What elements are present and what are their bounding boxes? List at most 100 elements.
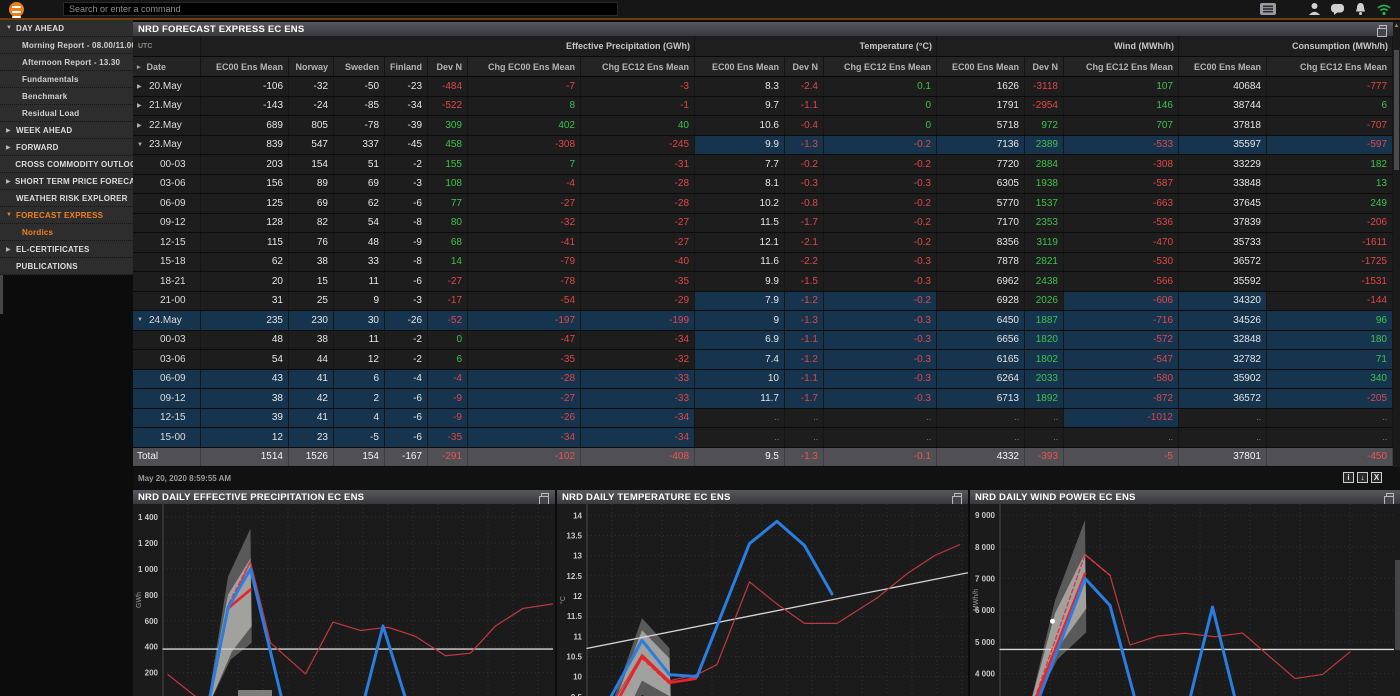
- column-header-sweden-3[interactable]: Sweden: [334, 57, 385, 76]
- table-row-15-00[interactable]: 15-001223-5-6-35-34-34................: [133, 428, 1393, 448]
- sidebar-item-residual-load[interactable]: Residual Load: [0, 105, 133, 122]
- value-cell: 340: [1267, 370, 1393, 389]
- table-row-03-06[interactable]: 03-06544412-26-35-327.4-1.2-0.361651802-…: [133, 350, 1393, 370]
- column-header-finland-4[interactable]: Finland: [385, 57, 428, 76]
- table-row-22-may[interactable]: ▶22.May689805-78-393094024010.6-0.405718…: [133, 116, 1393, 136]
- column-header-date-0[interactable]: Date: [133, 57, 201, 76]
- value-cell: 41: [289, 409, 334, 428]
- info-icon[interactable]: i: [1343, 472, 1354, 483]
- window-icon[interactable]: [1386, 493, 1394, 500]
- chat-icon[interactable]: [1330, 2, 1345, 16]
- svg-text:°C: °C: [559, 596, 567, 604]
- date-cell: ▶21.May: [133, 97, 201, 116]
- chevron-right-icon[interactable]: ▶: [6, 144, 16, 151]
- sidebar-item-short-term-price-forecast[interactable]: ▶SHORT TERM PRICE FORECAST: [0, 173, 133, 190]
- sidebar-item-week-ahead[interactable]: ▶WEEK AHEAD: [0, 122, 133, 139]
- value-cell: 309: [428, 116, 468, 135]
- column-header-chg-ec12-ens-mean-15[interactable]: Chg EC12 Ens Mean: [1267, 57, 1393, 76]
- table-row-00-03[interactable]: 00-0320315451-21557-317.7-0.2-0.27720288…: [133, 155, 1393, 175]
- sidebar-item-forecast-express[interactable]: ▼FORECAST EXPRESS: [0, 207, 133, 224]
- value-cell: 6450: [937, 311, 1025, 330]
- svg-text:13.5: 13.5: [566, 531, 582, 540]
- column-header-norway-2[interactable]: Norway: [289, 57, 334, 76]
- chevron-down-icon[interactable]: ▼: [6, 25, 16, 31]
- chevron-down-icon[interactable]: ▼: [6, 212, 16, 218]
- app-logo-icon[interactable]: [9, 2, 24, 17]
- date-cell: 03-06: [133, 175, 201, 194]
- window-icon[interactable]: [541, 493, 549, 500]
- notifications-icon[interactable]: [1354, 2, 1367, 16]
- sidebar-item-benchmark[interactable]: Benchmark: [0, 88, 133, 105]
- window-icon[interactable]: [954, 493, 962, 500]
- sidebar-item-label: SHORT TERM PRICE FORECAST: [15, 177, 133, 186]
- row-collapse-icon[interactable]: ▼: [137, 142, 144, 148]
- menu-icon[interactable]: [1259, 2, 1277, 16]
- sidebar-item-afternoon-report-13-30[interactable]: Afternoon Report - 13.30: [0, 54, 133, 71]
- value-cell: -32: [289, 77, 334, 96]
- column-header-chg-ec00-ens-mean-6[interactable]: Chg EC00 Ens Mean: [468, 57, 581, 76]
- forecast-table-panel: NRD FORECAST EXPRESS EC ENS UTCEffective…: [133, 22, 1393, 467]
- sidebar-item-publications[interactable]: PUBLICATIONS: [0, 258, 133, 275]
- row-expand-icon[interactable]: ▶: [137, 83, 144, 90]
- column-header-dev-n-9[interactable]: Dev N: [785, 57, 824, 76]
- sidebar-item-weather-risk-explorer[interactable]: WEATHER RISK EXPLORER: [0, 190, 133, 207]
- row-collapse-icon[interactable]: ▼: [137, 317, 144, 323]
- value-cell: 39: [201, 409, 289, 428]
- left-scroll-indicator[interactable]: [0, 270, 3, 314]
- sidebar-item-fundamentals[interactable]: Fundamentals: [0, 71, 133, 88]
- row-expand-icon[interactable]: ▶: [137, 102, 144, 109]
- table-row-15-18[interactable]: 15-18623833-814-79-4011.6-2.2-0.37878282…: [133, 253, 1393, 273]
- value-cell: -144: [1267, 292, 1393, 311]
- table-row-06-09[interactable]: 06-091256962-677-27-2810.2-0.8-0.2577015…: [133, 194, 1393, 214]
- table-row-21-may[interactable]: ▶21.May-143-24-85-34-5228-19.7-1.101791-…: [133, 97, 1393, 117]
- value-cell: -8: [385, 253, 428, 272]
- table-row-24-may[interactable]: ▼24.May23523030-26-52-197-1999-1.3-0.364…: [133, 311, 1393, 331]
- column-header-ec00-ens-mean-1[interactable]: EC00 Ens Mean: [201, 57, 289, 76]
- value-cell: -587: [1064, 175, 1179, 194]
- table-row-03-06[interactable]: 03-061568969-3108-4-288.1-0.3-0.36305193…: [133, 175, 1393, 195]
- total-row[interactable]: Total15141526154-167-291-102-4089.5-1.3-…: [133, 448, 1393, 468]
- table-row-18-21[interactable]: 18-21201511-6-27-78-359.9-1.5-0.36962243…: [133, 272, 1393, 292]
- sidebar-item-day-ahead[interactable]: ▼DAY AHEAD: [0, 20, 133, 37]
- table-row-12-15[interactable]: 12-1539414-6-9-26-34..........-1012....: [133, 409, 1393, 429]
- scroll-thumb[interactable]: [1394, 50, 1399, 170]
- user-icon[interactable]: [1308, 2, 1321, 16]
- table-row-09-12[interactable]: 09-121288254-880-32-2711.5-1.7-0.2717023…: [133, 214, 1393, 234]
- column-header-ec00-ens-mean-8[interactable]: EC00 Ens Mean: [695, 57, 785, 76]
- date-cell: 15-18: [133, 253, 201, 272]
- table-row-09-12[interactable]: 09-1238422-6-9-27-3311.7-1.7-0.367131892…: [133, 389, 1393, 409]
- column-header-ec00-ens-mean-14[interactable]: EC00 Ens Mean: [1179, 57, 1267, 76]
- table-row-20-may[interactable]: ▶20.May-106-32-50-23-484-7-38.3-2.40.116…: [133, 77, 1393, 97]
- download-icon[interactable]: ↓: [1357, 472, 1368, 483]
- scroll-up-arrow[interactable]: ▲: [1393, 23, 1400, 32]
- table-row-21-00[interactable]: 21-0031259-3-17-54-297.9-1.2-0.269282026…: [133, 292, 1393, 312]
- column-header-ec00-ens-mean-11[interactable]: EC00 Ens Mean: [937, 57, 1025, 76]
- row-expand-icon[interactable]: ▶: [137, 122, 144, 129]
- column-header-dev-n-5[interactable]: Dev N: [428, 57, 468, 76]
- table-row-06-09[interactable]: 06-0943416-4-4-28-3310-1.1-0.362642033-5…: [133, 370, 1393, 390]
- sidebar-item-el-certificates[interactable]: ▶EL-CERTIFICATES: [0, 241, 133, 258]
- chevron-right-icon[interactable]: ▶: [6, 127, 16, 134]
- table-row-00-03[interactable]: 00-03483811-20-47-346.9-1.1-0.366561820-…: [133, 331, 1393, 351]
- column-header-dev-n-12[interactable]: Dev N: [1025, 57, 1064, 76]
- value-cell: -28: [468, 370, 581, 389]
- column-header-chg-ec12-ens-mean-10[interactable]: Chg EC12 Ens Mean: [824, 57, 937, 76]
- value-cell: 6305: [937, 175, 1025, 194]
- sidebar-item-morning-report-08-00-11-00[interactable]: Morning Report - 08.00/11.00: [0, 37, 133, 54]
- sidebar-item-nordics[interactable]: Nordics: [0, 224, 133, 241]
- column-header-chg-ec12-ens-mean-13[interactable]: Chg EC12 Ens Mean: [1064, 57, 1179, 76]
- chevron-right-icon[interactable]: ▶: [6, 178, 15, 185]
- table-row-12-15[interactable]: 12-151157648-968-41-2712.1-2.1-0.2835631…: [133, 233, 1393, 253]
- value-cell: 54: [334, 214, 385, 233]
- excel-export-icon[interactable]: X: [1371, 472, 1382, 483]
- table-row-23-may[interactable]: ▼23.May839547337-45458-308-2459.9-1.3-0.…: [133, 136, 1393, 156]
- table-scrollbar[interactable]: ▲: [1393, 22, 1400, 467]
- sidebar-item-cross-commodity-outlook[interactable]: CROSS COMMODITY OUTLOOK: [0, 156, 133, 173]
- window-icon[interactable]: [1379, 25, 1387, 32]
- column-header-chg-ec12-ens-mean-7[interactable]: Chg EC12 Ens Mean: [581, 57, 695, 76]
- search-input[interactable]: [63, 2, 618, 16]
- page-scrollbar-thumb[interactable]: [1395, 560, 1400, 650]
- chevron-right-icon[interactable]: ▶: [6, 246, 16, 253]
- sidebar-item-forward[interactable]: ▶FORWARD: [0, 139, 133, 156]
- value-cell: -0.3: [824, 311, 937, 330]
